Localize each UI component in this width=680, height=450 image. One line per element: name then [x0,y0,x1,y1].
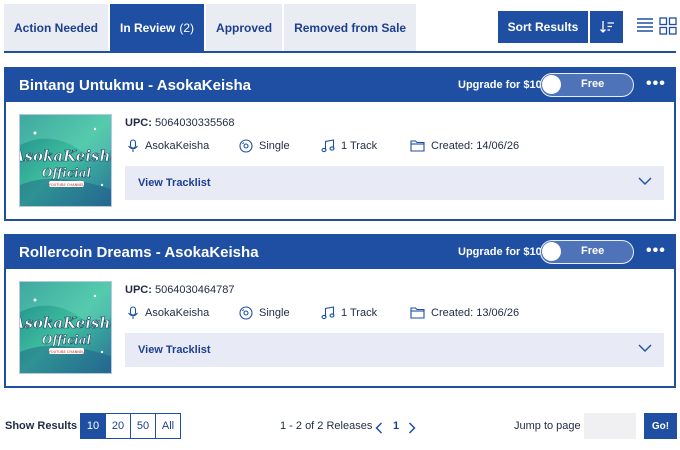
show-results-label: Show Results [5,420,78,432]
tracks-meta: 1 Track [321,306,377,320]
sort-order-button[interactable] [590,11,623,43]
toggle-knob [542,75,561,94]
artwork-text: Official [42,333,92,347]
artwork-image: AsokaKeisha Official YOUTUBE CHANNEL [20,115,112,206]
release-title: Rollercoin Dreams - AsokaKeisha [19,244,259,261]
artwork-text: Official [42,166,92,180]
artist-name: AsokaKeisha [145,140,210,152]
upc-label: UPC: [125,117,152,129]
view-tracklist-toggle[interactable]: View Tracklist [125,333,664,367]
grid-view-icon [659,17,677,35]
artwork-text: AsokaKeisha [20,147,112,165]
disc-icon [239,139,253,153]
artwork-badge: YOUTUBE CHANNEL [49,183,84,187]
go-button[interactable]: Go! [644,413,677,439]
results-range: 1 - 2 of 2 Releases [280,420,373,432]
release-header: Bintang Untukmu - AsokaKeisha Upgrade fo… [6,69,674,102]
release-type: Single [259,307,290,319]
per-page-50[interactable]: 50 [130,413,156,439]
artwork-image: AsokaKeisha Official YOUTUBE CHANNEL [20,282,112,373]
upc-value: 5064030464787 [154,284,235,296]
microphone-icon [128,306,138,319]
release-title: Bintang Untukmu - AsokaKeisha [19,77,251,94]
track-count: 1 Track [341,307,378,319]
upc-value: 5064030335568 [154,117,235,129]
artist-meta: AsokaKeisha [127,306,209,320]
jump-to-page-input[interactable] [584,413,636,439]
upgrade-label: Upgrade for $10 [458,246,542,258]
toggle-label: Free [581,78,605,90]
tab-label: Action Needed [14,21,99,35]
disc-icon [239,306,253,320]
list-view-button[interactable] [636,17,654,35]
tracklist-label: View Tracklist [138,344,211,356]
grid-view-button[interactable] [659,17,677,35]
sort-results-button[interactable]: Sort Results [498,11,588,43]
release-header: Rollercoin Dreams - AsokaKeisha Upgrade … [6,236,674,269]
release-artwork: AsokaKeisha Official YOUTUBE CHANNEL [19,281,112,374]
upc-row: UPC: 5064030335568 [125,117,234,129]
chevron-left-icon[interactable] [375,422,383,434]
tab-label: In Review [120,21,176,35]
tracks-meta: 1 Track [321,139,377,153]
per-page-all[interactable]: All [155,413,181,439]
release-card: Rollercoin Dreams - AsokaKeisha Upgrade … [4,234,676,388]
tabs-divider [4,51,676,53]
plan-toggle[interactable]: Free [540,240,634,264]
per-page-20[interactable]: 20 [105,413,131,439]
tab-approved[interactable]: Approved [206,4,283,52]
created-meta: Created: 14/06/26 [410,139,519,152]
tab-in-review[interactable]: In Review (2) [110,4,205,52]
tab-removed-from-sale[interactable]: Removed from Sale [284,4,417,52]
tab-label: Approved [216,21,273,35]
upc-label: UPC: [125,284,152,296]
upgrade-label: Upgrade for $10 [458,79,542,91]
created-meta: Created: 13/06/26 [410,306,519,319]
music-note-icon [321,139,335,153]
type-meta: Single [239,139,290,153]
tracklist-label: View Tracklist [138,177,211,189]
toggle-knob [542,242,561,261]
track-count: 1 Track [341,140,378,152]
status-tabs: Action Needed In Review (2) Approved Remo… [4,4,418,52]
jump-to-page-label: Jump to page [514,420,581,432]
toggle-label: Free [581,245,605,257]
more-options-icon[interactable]: ••• [646,75,666,93]
tab-count: (2) [179,21,195,35]
page-number[interactable]: 1 [393,420,399,432]
type-meta: Single [239,306,290,320]
artist-name: AsokaKeisha [145,307,210,319]
release-card: Bintang Untukmu - AsokaKeisha Upgrade fo… [4,67,676,221]
list-view-icon [637,18,653,32]
folder-icon [410,140,425,152]
music-note-icon [321,306,335,320]
more-options-icon[interactable]: ••• [646,242,666,260]
created-date: Created: 13/06/26 [431,306,520,319]
created-date: Created: 14/06/26 [431,139,520,152]
artist-meta: AsokaKeisha [127,139,209,153]
artwork-text: AsokaKeisha [20,314,112,332]
release-artwork: AsokaKeisha Official YOUTUBE CHANNEL [19,114,112,207]
plan-toggle[interactable]: Free [540,73,634,97]
per-page-10[interactable]: 10 [80,413,106,439]
chevron-right-icon[interactable] [408,422,416,434]
release-type: Single [259,140,290,152]
chevron-down-icon [638,177,652,185]
artwork-badge: YOUTUBE CHANNEL [49,350,84,354]
folder-icon [410,307,425,319]
tab-action-needed[interactable]: Action Needed [4,4,109,52]
microphone-icon [128,139,138,152]
tab-label: Removed from Sale [294,21,407,35]
chevron-down-icon [638,344,652,352]
upc-row: UPC: 5064030464787 [125,284,234,296]
sort-order-icon [599,21,614,33]
view-tracklist-toggle[interactable]: View Tracklist [125,166,664,200]
